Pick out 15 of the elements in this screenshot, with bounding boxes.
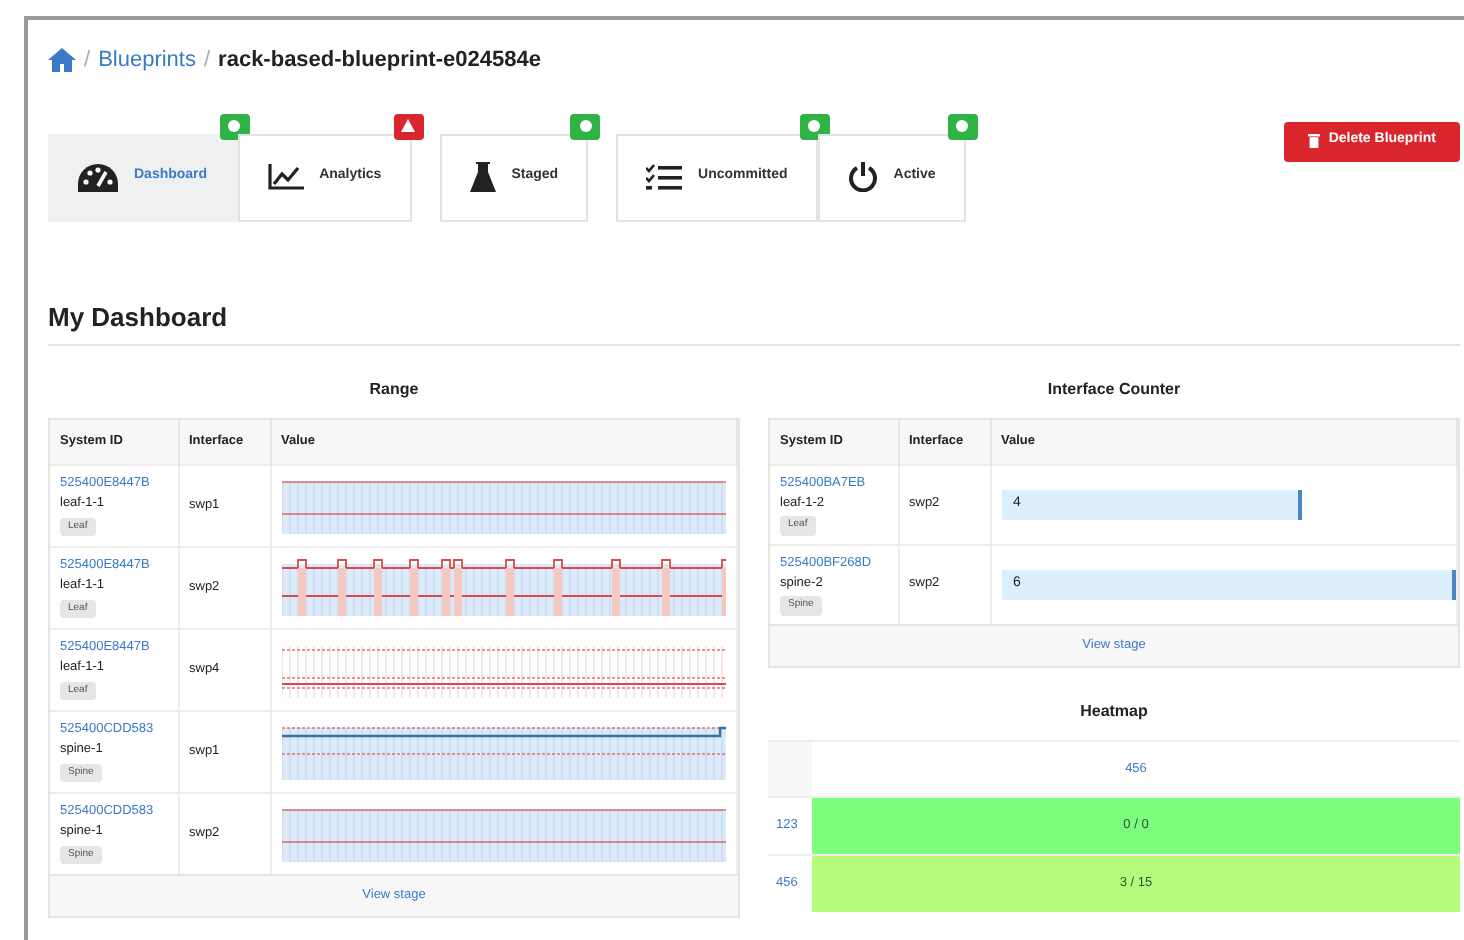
flask-icon [469, 162, 496, 192]
checklist-icon [646, 163, 683, 191]
breadcrumb-separator: / [84, 46, 91, 76]
breadcrumb-separator: / [203, 46, 211, 76]
power-icon [847, 162, 878, 192]
page-heading: My Dashboard [48, 297, 1460, 346]
breadcrumb-link[interactable]: Blueprints [98, 44, 196, 77]
panel-title: Heatmap [1078, 699, 1150, 723]
panel-title: Interface Counter [1045, 378, 1183, 402]
gauge-icon [78, 163, 118, 191]
breadcrumb-current: rack-based-blueprint-e024584e [218, 46, 541, 76]
line-chart-icon [267, 164, 304, 190]
trash-icon [1308, 134, 1321, 148]
panel-title: Range [367, 378, 421, 402]
home-icon[interactable] [48, 48, 76, 73]
